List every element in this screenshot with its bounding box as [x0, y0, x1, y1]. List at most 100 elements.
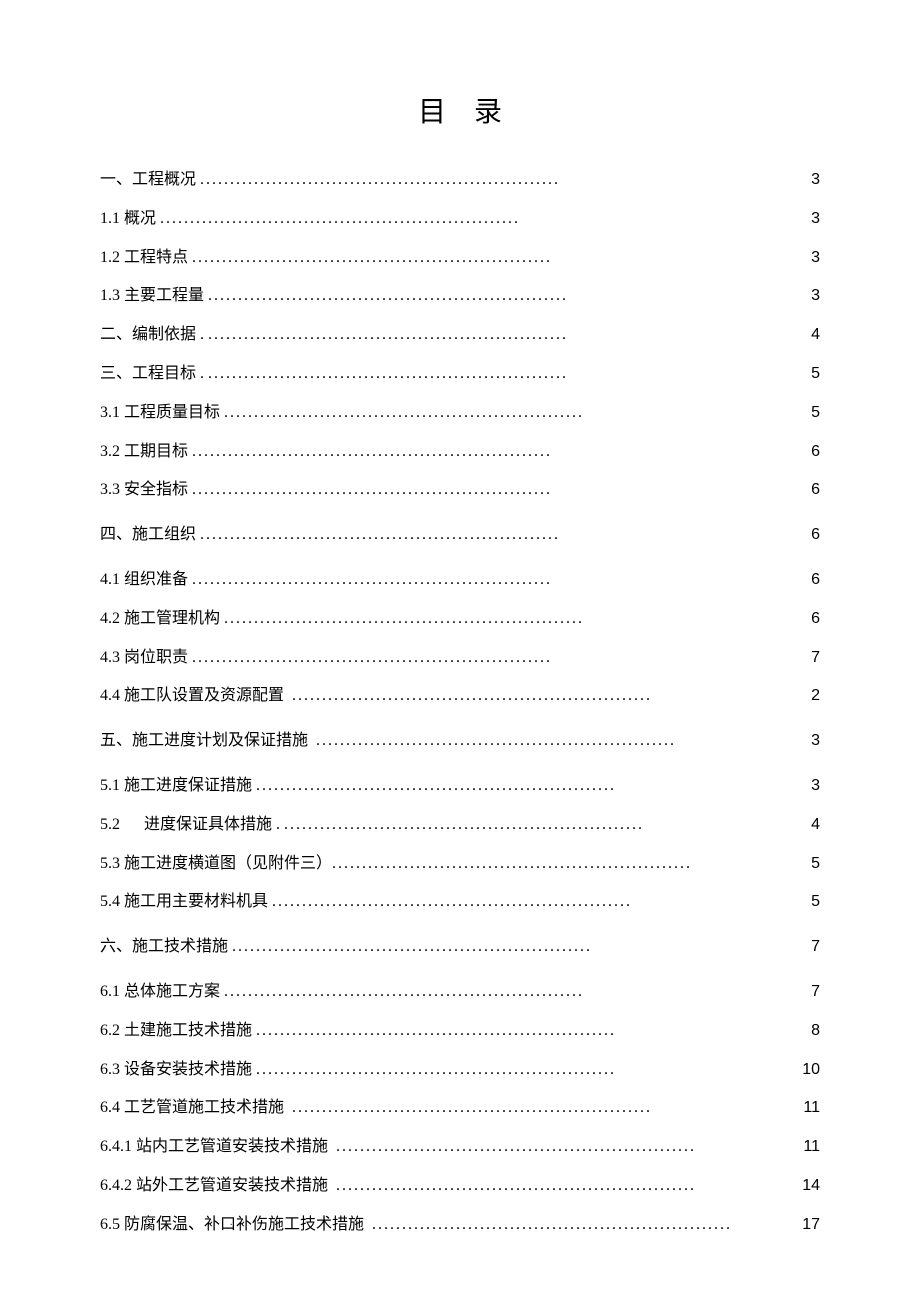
toc-entry: 5.2 进度保证具体措施 . .........................…: [100, 815, 820, 836]
toc-leader-dots: ........................................…: [336, 1137, 696, 1158]
toc-entry-label: 4.4 施工队设置及资源配置: [100, 686, 292, 707]
toc-entry-label: 4.2 施工管理机构: [100, 609, 224, 630]
toc-leader-dots: ........................................…: [372, 1215, 732, 1236]
toc-page-number: 4: [790, 325, 820, 346]
toc-entry-label: 3.2 工期目标: [100, 442, 192, 463]
toc-page-number: 3: [790, 286, 820, 307]
toc-entry-label: 六、施工技术措施: [100, 937, 232, 958]
toc-entry: 1.2 工程特点 ...............................…: [100, 248, 820, 269]
toc-leader-dots: ........................................…: [200, 525, 560, 546]
toc-leader-dots: ........................................…: [192, 480, 552, 501]
toc-page-number: 6: [790, 609, 820, 630]
toc-page-number: 5: [790, 854, 820, 875]
toc-page-number: 17: [790, 1215, 820, 1236]
toc-entry: 三、工程目标 . ...............................…: [100, 364, 820, 385]
toc-leader-dots: ........................................…: [256, 1021, 616, 1042]
toc-entry-label: 1.1 概况: [100, 209, 160, 230]
toc-page-number: 3: [790, 170, 820, 191]
toc-leader-dots: ........................................…: [224, 403, 584, 424]
toc-entry-label: 四、施工组织: [100, 525, 200, 546]
toc-entry: 6.2 土建施工技术措施 ...........................…: [100, 1021, 820, 1042]
toc-entry-label: 6.2 土建施工技术措施: [100, 1021, 256, 1042]
toc-leader-dots: ........................................…: [192, 648, 552, 669]
toc-leader-dots: ........................................…: [284, 815, 644, 836]
toc-entry-label: 4.3 岗位职责: [100, 648, 192, 669]
toc-entry-label: 5.1 施工进度保证措施: [100, 776, 256, 797]
toc-leader-dots: ........................................…: [208, 286, 568, 307]
toc-entry-label: 6.4.1 站内工艺管道安装技术措施: [100, 1137, 336, 1158]
toc-entry: 4.3 岗位职责 ...............................…: [100, 648, 820, 669]
toc-entry: 5.4 施工用主要材料机具 ..........................…: [100, 892, 820, 913]
toc-entry-label: 1.2 工程特点: [100, 248, 192, 269]
toc-entry-label: 5.4 施工用主要材料机具: [100, 892, 272, 913]
toc-page-number: 14: [790, 1176, 820, 1197]
toc-leader-dots: ........................................…: [208, 364, 568, 385]
toc-leader-dots: ........................................…: [224, 609, 584, 630]
toc-entry-label: 6.4 工艺管道施工技术措施: [100, 1098, 292, 1119]
toc-entry: 6.4 工艺管道施工技术措施 .........................…: [100, 1098, 820, 1119]
toc-entry: 1.1 概况 .................................…: [100, 209, 820, 230]
toc-leader-dots: ........................................…: [192, 442, 552, 463]
toc-page-number: 3: [790, 209, 820, 230]
toc-page-number: 7: [790, 648, 820, 669]
toc-entry: 二、编制依据 . ...............................…: [100, 325, 820, 346]
toc-leader-dots: ........................................…: [208, 325, 568, 346]
toc-entry-label: 3.3 安全指标: [100, 480, 192, 501]
toc-page-number: 6: [790, 442, 820, 463]
toc-page-number: 8: [790, 1021, 820, 1042]
toc-entry: 5.1 施工进度保证措施 ...........................…: [100, 776, 820, 797]
toc-leader-dots: ........................................…: [332, 854, 692, 875]
toc-leader-dots: ........................................…: [336, 1176, 696, 1197]
toc-entry: 四、施工组织 .................................…: [100, 525, 820, 546]
toc-entry: 一、工程概况 .................................…: [100, 170, 820, 191]
toc-leader-dots: ........................................…: [292, 1098, 652, 1119]
toc-entry-label: 4.1 组织准备: [100, 570, 192, 591]
toc-leader-dots: ........................................…: [192, 248, 552, 269]
toc-entry-label: 1.3 主要工程量: [100, 286, 208, 307]
toc-page-number: 2: [790, 686, 820, 707]
toc-entry: 6.4.2 站外工艺管道安装技术措施 .....................…: [100, 1176, 820, 1197]
toc-leader-dots: ........................................…: [192, 570, 552, 591]
toc-entry-label: 5.3 施工进度横道图（见附件三）: [100, 854, 332, 875]
toc-entry-label: 6.1 总体施工方案: [100, 982, 224, 1003]
toc-title: 目录: [100, 90, 820, 130]
toc-entry-label: 二、编制依据 .: [100, 325, 208, 346]
toc-entry: 3.3 安全指标 ...............................…: [100, 480, 820, 501]
toc-page-number: 7: [790, 937, 820, 958]
toc-leader-dots: ........................................…: [224, 982, 584, 1003]
toc-entry: 4.2 施工管理机构 .............................…: [100, 609, 820, 630]
toc-page-number: 6: [790, 570, 820, 591]
toc-page-number: 5: [790, 892, 820, 913]
toc-entry-label: 6.4.2 站外工艺管道安装技术措施: [100, 1176, 336, 1197]
toc-entry: 3.1 工程质量目标 .............................…: [100, 403, 820, 424]
toc-leader-dots: ........................................…: [256, 1060, 616, 1081]
footer-marks: . . .: [100, 1217, 263, 1228]
toc-entry: 3.2 工期目标 ...............................…: [100, 442, 820, 463]
toc-page-number: 5: [790, 403, 820, 424]
toc-entry-label: 6.3 设备安装技术措施: [100, 1060, 256, 1081]
toc-entry-label: 3.1 工程质量目标: [100, 403, 224, 424]
toc-page-number: 5: [790, 364, 820, 385]
toc-leader-dots: ........................................…: [316, 731, 676, 752]
toc-entry: 6.3 设备安装技术措施 ...........................…: [100, 1060, 820, 1081]
toc-page-number: 11: [790, 1137, 820, 1158]
toc-entry-label: 一、工程概况: [100, 170, 200, 191]
toc-page-number: 6: [790, 525, 820, 546]
toc-entry-label: 三、工程目标 .: [100, 364, 208, 385]
toc-leader-dots: ........................................…: [256, 776, 616, 797]
toc-leader-dots: ........................................…: [232, 937, 592, 958]
toc-page-number: 7: [790, 982, 820, 1003]
toc-entry: 5.3 施工进度横道图（见附件三）.......................…: [100, 854, 820, 875]
toc-entry: 6.4.1 站内工艺管道安装技术措施 .....................…: [100, 1137, 820, 1158]
toc-page-number: 11: [790, 1098, 820, 1119]
toc-leader-dots: ........................................…: [272, 892, 632, 913]
toc-list: 一、工程概况 .................................…: [100, 170, 820, 1236]
toc-entry: 4.4 施工队设置及资源配置 .........................…: [100, 686, 820, 707]
toc-entry: 6.1 总体施工方案 .............................…: [100, 982, 820, 1003]
toc-entry: 4.1 组织准备 ...............................…: [100, 570, 820, 591]
toc-page-number: 3: [790, 776, 820, 797]
toc-entry: 1.3 主要工程量 ..............................…: [100, 286, 820, 307]
toc-page-number: 4: [790, 815, 820, 836]
toc-entry-label: 5.2 进度保证具体措施 .: [100, 815, 284, 836]
toc-entry: 六、施工技术措施 ...............................…: [100, 937, 820, 958]
